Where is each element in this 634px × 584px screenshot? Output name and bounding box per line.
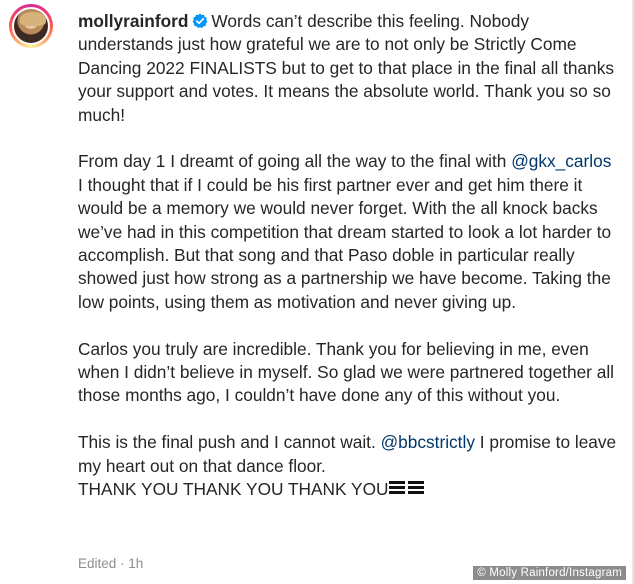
sparkle-stack-emoji <box>388 481 424 495</box>
caption-text-2a: From day 1 I dreamt of going all the way… <box>78 151 507 172</box>
caption-paragraph-2: From day 1 I dreamt of going all the way… <box>78 150 618 314</box>
username-link[interactable]: mollyrainford <box>78 11 188 31</box>
story-ring[interactable] <box>9 4 53 48</box>
caption: mollyrainford Words can’t describe this f… <box>78 10 618 525</box>
caption-text-4a: This is the final push and I cannot wait… <box>78 432 381 453</box>
photo-credit: © Molly Rainford/Instagram <box>473 566 626 580</box>
avatar[interactable] <box>12 7 50 45</box>
mention-bbcstrictly[interactable]: @bbcstrictly <box>381 432 475 452</box>
caption-text-4c: THANK YOU THANK YOU THANK YOU <box>78 479 389 500</box>
post-meta: Edited · 1h <box>78 556 144 571</box>
mention-gkx-carlos[interactable]: @gkx_carlos <box>511 151 611 171</box>
verified-badge-icon <box>193 13 208 28</box>
caption-paragraph-3: Carlos you truly are incredible. Thank y… <box>78 338 618 408</box>
caption-paragraph-4: This is the final push and I cannot wait… <box>78 431 618 501</box>
caption-text-3: Carlos you truly are incredible. Thank y… <box>78 338 615 406</box>
caption-text-2b: I thought that if I could be his first p… <box>78 174 612 312</box>
instagram-post: mollyrainford Words can’t describe this f… <box>0 0 634 584</box>
caption-paragraph-1: mollyrainford Words can’t describe this f… <box>78 10 618 127</box>
